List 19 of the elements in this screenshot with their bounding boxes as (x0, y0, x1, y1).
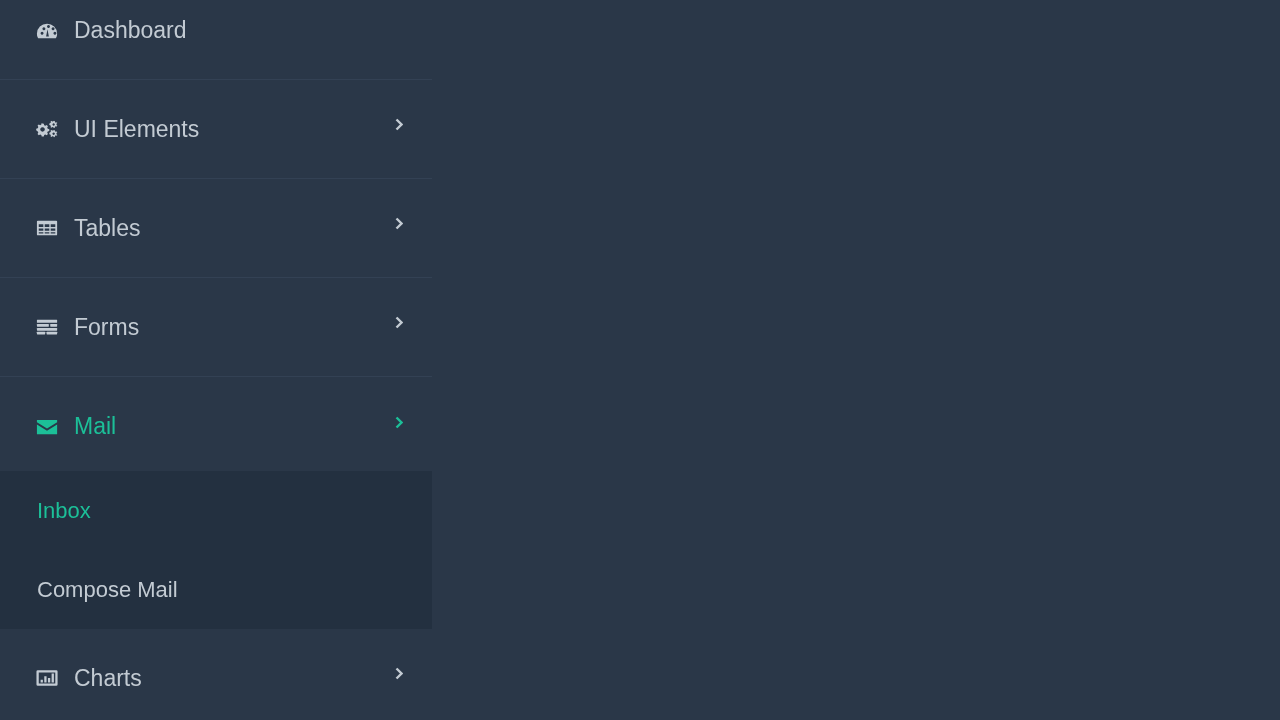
gears-icon (36, 120, 59, 138)
menu-item[interactable]: Forms (0, 278, 432, 377)
menu-item[interactable]: Tables (0, 179, 432, 278)
gauge-icon (36, 21, 59, 40)
chevron-right-icon (395, 415, 403, 429)
form-lines-icon (36, 318, 59, 336)
menu-item[interactable]: Mail (0, 377, 432, 471)
menu-item[interactable]: Charts (0, 629, 432, 720)
menu-item[interactable]: UI Elements (0, 80, 432, 179)
chevron-right-icon (395, 667, 403, 680)
table-icon (36, 219, 59, 237)
envelope-icon (36, 417, 59, 436)
submenu-item[interactable]: Compose Mail (0, 550, 432, 629)
chevron-right-icon (395, 217, 403, 230)
menu-item[interactable]: Dashboard (0, 0, 432, 80)
chevron-right-icon (395, 316, 403, 329)
bar-chart-icon (36, 669, 59, 687)
submenu-item[interactable]: Inbox (0, 471, 432, 550)
chevron-right-icon (395, 118, 403, 131)
